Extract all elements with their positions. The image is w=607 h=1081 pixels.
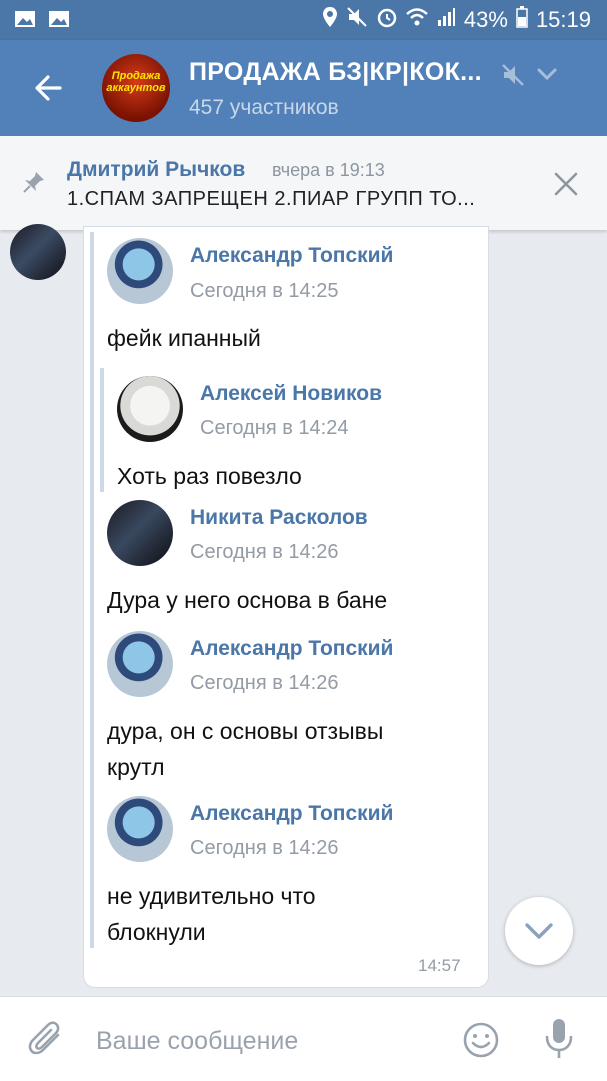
forward-author[interactable]: Александр Топский — [190, 637, 393, 661]
chevron-down-icon[interactable] — [536, 64, 558, 84]
avatar[interactable] — [107, 631, 173, 697]
location-icon — [322, 6, 338, 34]
forward-time: Сегодня в 14:26 — [190, 672, 339, 694]
battery-icon — [516, 6, 528, 34]
forward-author[interactable]: Никита Расколов — [190, 506, 368, 530]
mute-icon[interactable] — [500, 62, 526, 88]
forward-author[interactable]: Александр Топский — [190, 244, 393, 268]
nested-forward-line — [100, 368, 104, 492]
message-input[interactable] — [96, 1025, 436, 1057]
pinned-time: вчера в 19:13 — [272, 160, 385, 180]
forward-author[interactable]: Алексей Новиков — [200, 382, 382, 406]
forward-time: Сегодня в 14:26 — [190, 837, 339, 859]
pin-icon — [22, 170, 46, 194]
forward-text: фейк ипанный — [107, 325, 261, 351]
chat-avatar[interactable]: Продажа аккаунтов — [102, 54, 170, 122]
alarm-icon — [376, 6, 398, 34]
forward-author[interactable]: Александр Топский — [190, 802, 393, 826]
paperclip-icon — [28, 1021, 60, 1055]
pinned-message[interactable]: Дмитрий Рычков вчера в 19:13 1.СПАМ ЗАПР… — [0, 136, 607, 230]
back-button[interactable] — [30, 70, 66, 106]
microphone-icon — [545, 1019, 573, 1058]
gallery-icon — [48, 8, 70, 30]
message-time: 14:57 — [418, 956, 461, 975]
sender-avatar[interactable] — [10, 224, 66, 280]
forward-text-line: не удивительно что — [107, 883, 316, 909]
smile-icon — [463, 1022, 499, 1058]
gallery-icon — [14, 8, 36, 30]
avatar[interactable] — [117, 376, 183, 442]
forward-time: Сегодня в 14:26 — [190, 541, 339, 563]
avatar[interactable] — [107, 796, 173, 862]
forward-line — [90, 232, 94, 948]
forward-text-line: блокнули — [107, 919, 206, 945]
forward-time: Сегодня в 14:25 — [190, 280, 339, 302]
forward-text: Хоть раз повезло — [117, 463, 302, 489]
forward-text: Дура у него основа в бане — [107, 587, 388, 613]
arrow-left-icon — [35, 75, 62, 101]
pinned-author[interactable]: Дмитрий Рычков — [67, 158, 245, 182]
chat-avatar-logo: Продажа аккаунтов — [106, 70, 166, 94]
chat-title[interactable]: ПРОДАЖА БЗ|КР|КОК... — [189, 58, 482, 87]
pinned-text: 1.СПАМ ЗАПРЕЩЕН 2.ПИАР ГРУПП ТО... — [67, 188, 476, 210]
battery-percent: 43% — [463, 7, 508, 32]
avatar[interactable] — [107, 238, 173, 304]
chevron-down-icon — [525, 923, 553, 939]
wifi-icon — [406, 7, 428, 33]
mute-status-icon — [346, 6, 368, 34]
clock: 15:19 — [535, 7, 591, 32]
signal-icon — [436, 7, 456, 33]
voice-button[interactable] — [542, 1017, 576, 1061]
chat-header: Продажа аккаунтов ПРОДАЖА БЗ|КР|КОК... 4… — [0, 40, 607, 136]
attach-button[interactable] — [28, 1019, 66, 1059]
forward-text-line: крутл — [107, 754, 165, 780]
forward-text-line: дура, он с основы отзывы — [107, 718, 384, 744]
scroll-down-button[interactable] — [505, 897, 573, 965]
emoji-button[interactable] — [462, 1021, 500, 1059]
status-bar: 43% 15:19 — [0, 0, 607, 40]
message-composer — [0, 996, 607, 1081]
close-icon[interactable] — [552, 170, 580, 198]
participants-count[interactable]: 457 участников — [189, 96, 339, 120]
forward-time: Сегодня в 14:24 — [200, 417, 349, 439]
avatar[interactable] — [107, 500, 173, 566]
